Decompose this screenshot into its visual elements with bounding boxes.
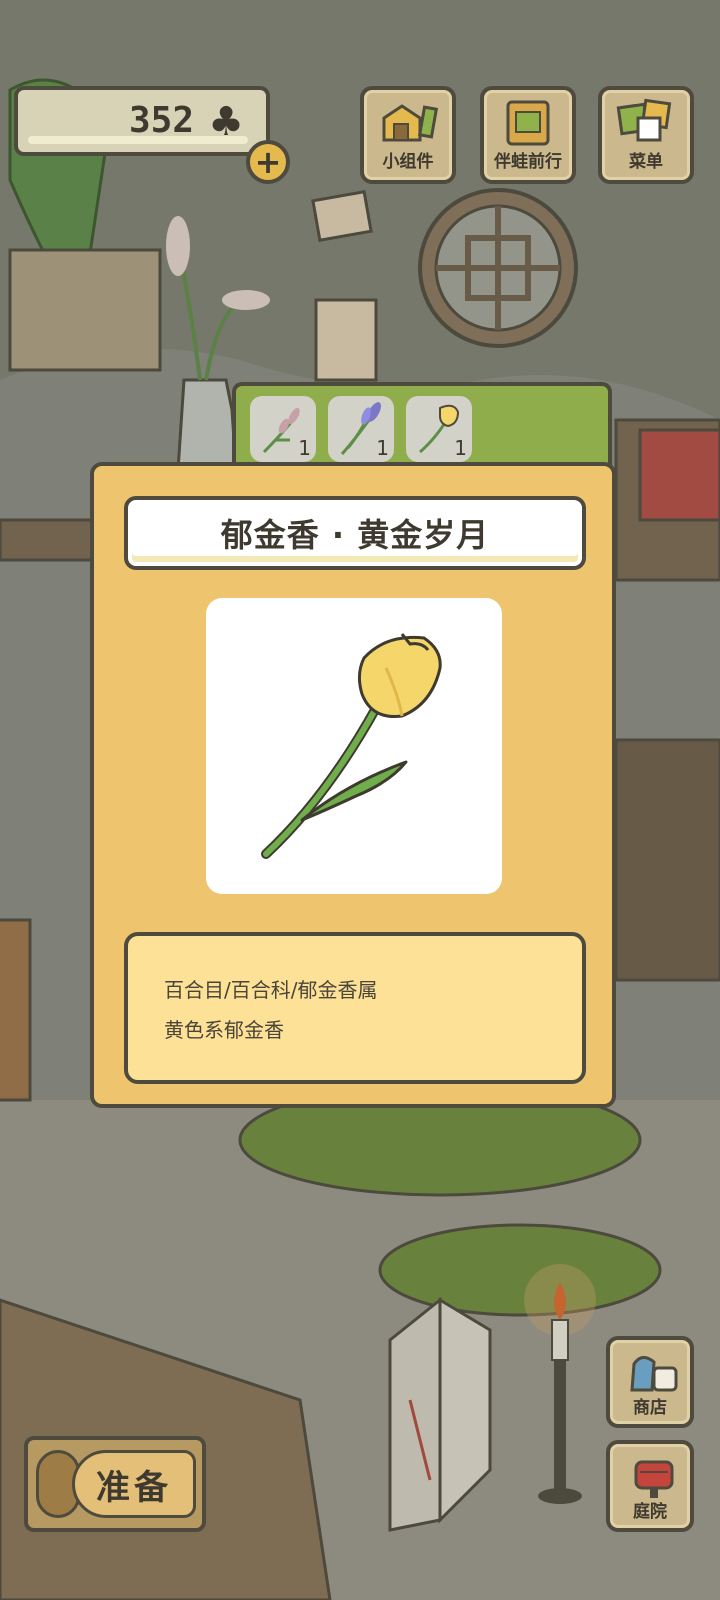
flower-tab-strip: 1 1 1	[232, 382, 612, 466]
widget-label: 小组件	[382, 152, 434, 172]
menu-button[interactable]: 菜单	[598, 86, 694, 184]
shop-label: 商店	[633, 1398, 667, 1418]
menu-label: 菜单	[629, 152, 663, 172]
widget-icon	[382, 104, 438, 142]
lavender-count: 1	[298, 436, 311, 460]
flower-title: 郁金香 · 黄金岁月	[124, 496, 586, 570]
flower-description-box: 百合目/百合科/郁金香属 黄色系郁金香	[124, 932, 586, 1084]
frog-card-icon	[506, 100, 550, 146]
yard-mailbox-icon	[634, 1460, 674, 1498]
tulip-illustration	[261, 633, 442, 859]
shop-button[interactable]: 商店	[606, 1336, 694, 1428]
tulip-count: 1	[454, 436, 467, 460]
menu-icon	[616, 98, 672, 142]
clover-amount: 352	[128, 100, 194, 141]
tab-tulip[interactable]: 1	[406, 396, 472, 462]
round-window	[418, 188, 578, 348]
ready-label: 准备	[72, 1450, 196, 1518]
yard-label: 庭院	[633, 1502, 667, 1522]
widget-button[interactable]: 小组件	[360, 86, 456, 184]
travel-with-frog-label: 伴蛙前行	[494, 152, 562, 172]
add-clover-button[interactable]: +	[246, 140, 290, 184]
flower-description: 黄色系郁金香	[164, 1018, 284, 1042]
ready-button[interactable]: 准备	[24, 1436, 206, 1532]
iris-count: 1	[376, 436, 389, 460]
shop-bag-icon	[630, 1356, 678, 1392]
travel-with-frog-button[interactable]: 伴蛙前行	[480, 86, 576, 184]
flower-image-frame	[206, 598, 502, 894]
clover-counter: 352 ♣	[14, 86, 270, 156]
counter-bar	[28, 136, 248, 144]
flower-classification: 百合目/百合科/郁金香属	[164, 978, 378, 1002]
tab-lavender[interactable]: 1	[250, 396, 316, 462]
tab-iris[interactable]: 1	[328, 396, 394, 462]
yard-button[interactable]: 庭院	[606, 1440, 694, 1532]
flower-detail-card: 郁金香 · 黄金岁月 百合目/百合科/郁金香属 黄色系郁金香	[90, 462, 616, 1108]
